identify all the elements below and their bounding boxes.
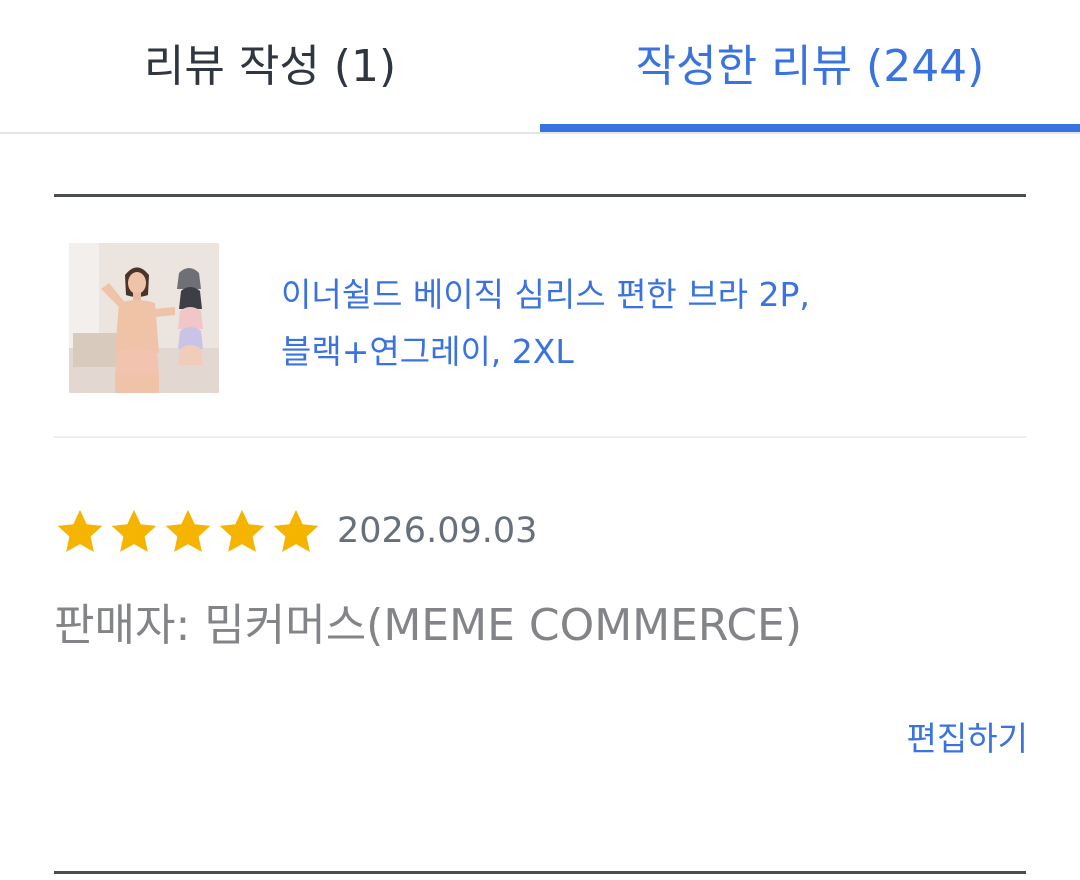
review-tabs: 리뷰 작성 (1) 작성한 리뷰 (244) bbox=[0, 0, 1080, 134]
product-title-line-2: 블랙+연그레이, 2XL bbox=[281, 332, 574, 371]
review-date: 2026.09.03 bbox=[337, 511, 538, 551]
section-divider-top bbox=[54, 194, 1026, 197]
rating-stars bbox=[54, 506, 322, 558]
edit-review-button[interactable]: 편집하기 bbox=[907, 712, 1028, 760]
tab-written-reviews-label: 작성한 리뷰 (244) bbox=[635, 41, 985, 92]
tab-write-review[interactable]: 리뷰 작성 (1) bbox=[0, 0, 540, 132]
product-thumbnail-image bbox=[69, 243, 219, 393]
tab-written-reviews[interactable]: 작성한 리뷰 (244) bbox=[540, 0, 1080, 132]
tab-write-review-label: 리뷰 작성 (1) bbox=[143, 41, 397, 92]
product-title-line-1: 이너쉴드 베이직 심리스 편한 브라 2P, bbox=[281, 275, 810, 314]
star-icon bbox=[111, 509, 157, 552]
star-icon bbox=[219, 509, 265, 552]
product-title[interactable]: 이너쉴드 베이직 심리스 편한 브라 2P, 블랙+연그레이, 2XL bbox=[281, 266, 1001, 380]
star-icon bbox=[165, 509, 211, 552]
star-icon bbox=[57, 509, 103, 552]
star-icon bbox=[273, 509, 319, 552]
section-divider-light bbox=[54, 436, 1026, 438]
section-divider-bottom bbox=[54, 871, 1026, 874]
seller-name: 판매자: 밈커머스(MEME COMMERCE) bbox=[54, 600, 803, 651]
active-tab-indicator bbox=[540, 124, 1080, 132]
product-thumbnail[interactable] bbox=[69, 243, 219, 393]
